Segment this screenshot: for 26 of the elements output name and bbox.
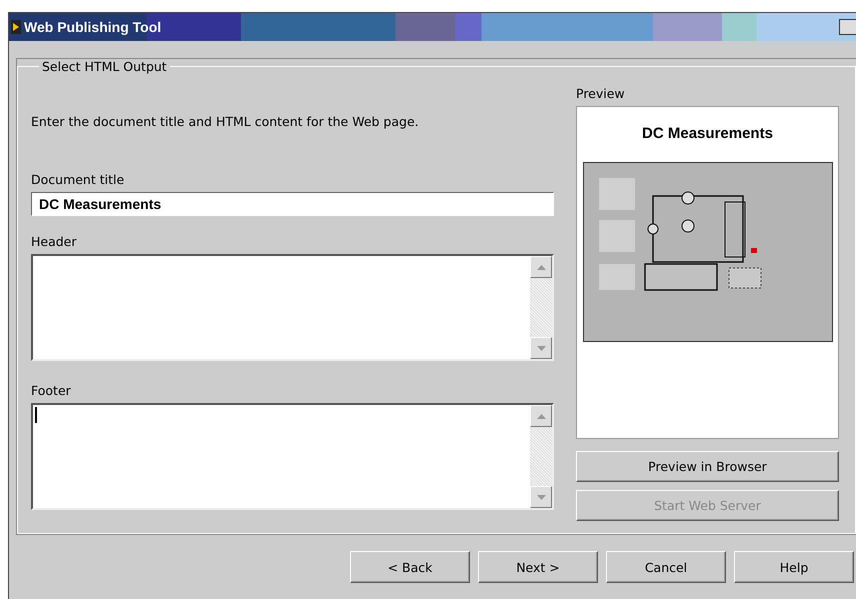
instructions: Enter the document title and HTML content for the Web page. — [31, 114, 420, 129]
wizard-button[interactable]: Help — [734, 551, 854, 583]
text-area[interactable] — [31, 254, 554, 361]
window-title: Web Publishing Tool — [24, 19, 162, 35]
preview-label: Preview — [576, 86, 626, 101]
preview-button[interactable]: Preview in Browser — [576, 451, 839, 482]
text-area[interactable] — [31, 403, 554, 510]
close-button[interactable] — [839, 19, 856, 35]
up-arrow-icon — [536, 414, 546, 418]
down-arrow-icon — [536, 494, 546, 500]
field-label: Header — [31, 234, 78, 249]
title-field[interactable]: DC Measurements — [31, 192, 554, 216]
wizard-button[interactable]: < Back — [350, 551, 470, 583]
wizard-button[interactable]: Cancel — [606, 551, 726, 583]
preview-page-title: DC Measurements — [642, 125, 773, 142]
field-label: Footer — [31, 383, 72, 398]
scroll-up-button[interactable] — [530, 256, 552, 278]
group-label: Select HTML Output — [41, 59, 168, 74]
app-icon — [11, 20, 21, 34]
field-label: Document title — [31, 172, 126, 187]
wizard-button[interactable]: Next > — [478, 551, 598, 583]
down-arrow-icon — [536, 346, 546, 350]
scroll-down-button[interactable] — [530, 486, 552, 508]
scroll-up-button[interactable] — [530, 405, 552, 427]
up-arrow-icon — [536, 264, 546, 270]
scroll-down-button[interactable] — [530, 337, 552, 359]
